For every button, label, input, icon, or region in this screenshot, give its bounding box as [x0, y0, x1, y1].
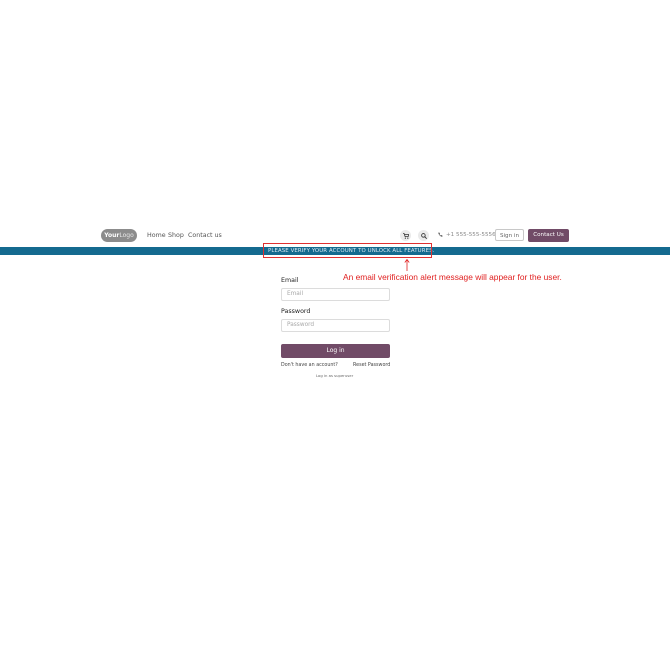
annotation-highlight-box — [263, 243, 432, 258]
password-label: Password — [281, 308, 311, 315]
search-button[interactable] — [418, 230, 429, 241]
sign-in-button[interactable]: Sign in — [495, 229, 524, 241]
nav-home[interactable]: Home — [147, 232, 166, 239]
password-field[interactable]: Password — [281, 319, 390, 332]
superuser-login-link[interactable]: Log in as superuser — [316, 373, 353, 378]
search-icon — [421, 233, 427, 239]
phone-icon — [438, 232, 443, 237]
nav-shop[interactable]: Shop — [168, 232, 184, 239]
email-label: Email — [281, 277, 299, 284]
annotation-arrow — [404, 259, 410, 271]
contact-us-button[interactable]: Contact Us — [528, 229, 569, 242]
cart-icon — [403, 233, 409, 239]
reset-password-link[interactable]: Reset Password — [353, 363, 390, 368]
cart-button[interactable] — [400, 230, 411, 241]
login-button[interactable]: Log in — [281, 344, 390, 358]
logo[interactable]: YourLogo — [101, 229, 137, 242]
phone-number[interactable]: +1 555-555-5556 — [438, 232, 496, 238]
nav-contact-us[interactable]: Contact us — [188, 232, 222, 239]
annotation-note: An email verification alert message will… — [343, 272, 562, 282]
email-field[interactable]: Email — [281, 288, 390, 301]
signup-link[interactable]: Don't have an account? — [281, 363, 338, 368]
